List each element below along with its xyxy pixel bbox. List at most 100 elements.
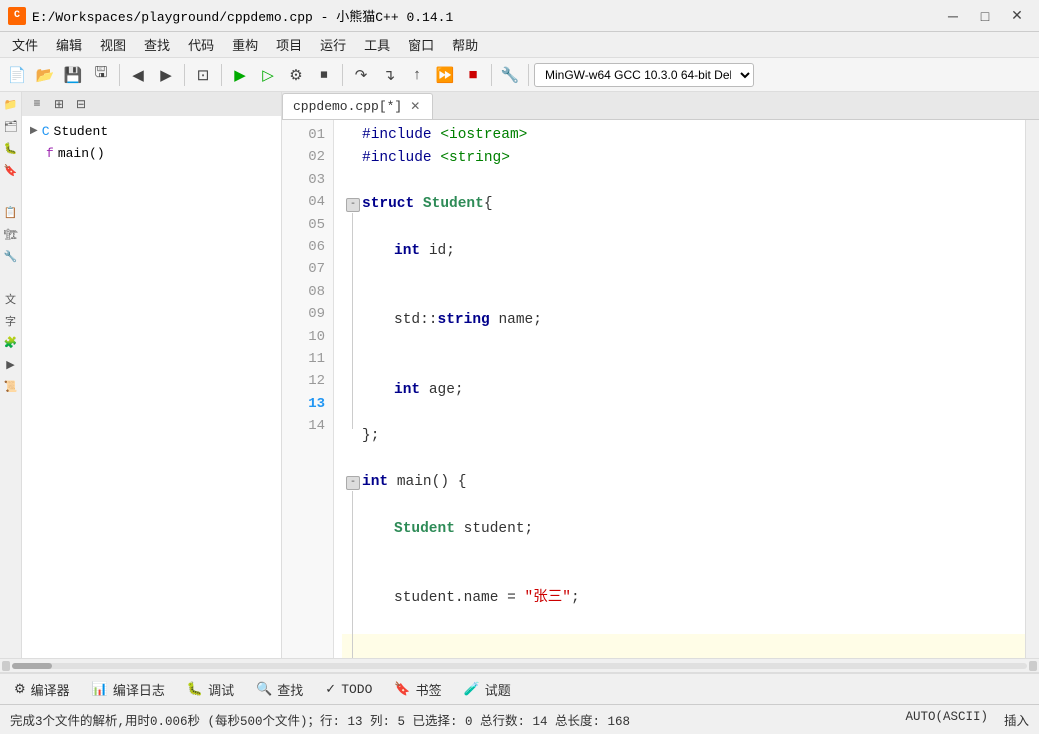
maximize-button[interactable]: □ (971, 5, 999, 27)
tree-btn-3[interactable]: ⊟ (72, 95, 90, 113)
h-scroll-track[interactable] (12, 663, 1027, 669)
menu-refactor[interactable]: 重构 (224, 33, 266, 56)
bottom-tab-todo[interactable]: ✓ TODO (315, 676, 382, 702)
line-num-4: 04 (282, 191, 325, 213)
sidebar-lang-icon[interactable]: 字 (2, 312, 20, 330)
step-into-button[interactable]: ↴ (376, 62, 402, 88)
search-icon: 🔍 (256, 682, 272, 697)
line-num-10: 10 (282, 326, 325, 348)
code-line-10: - int main() { (342, 471, 1025, 494)
stop-compile-button[interactable]: ⏹ (311, 62, 337, 88)
tab-label-cppdemo: cppdemo.cpp[*] (293, 99, 402, 114)
line-num-6: 06 (282, 236, 325, 258)
sidebar-class-icon[interactable]: 🗂 (2, 118, 20, 136)
menu-window[interactable]: 窗口 (400, 33, 442, 56)
h-scroll-thumb[interactable] (12, 663, 52, 669)
menu-file[interactable]: 文件 (4, 33, 46, 56)
h-scroll-left[interactable] (2, 661, 10, 671)
tab-close-cppdemo[interactable]: ✕ (408, 100, 422, 114)
code-content[interactable]: #include <iostream> #include <string> - … (334, 120, 1025, 658)
sidebar-debug-icon[interactable]: 🐛 (2, 140, 20, 158)
close-button[interactable]: ✕ (1003, 5, 1031, 27)
menu-project[interactable]: 项目 (268, 33, 310, 56)
code-line-5: int id; (342, 217, 1025, 287)
sidebar-translate-icon[interactable]: 文 (2, 290, 20, 308)
bottom-tab-bookmark-label: 书签 (416, 680, 442, 699)
line-num-12: 12 (282, 370, 325, 392)
func-icon-main: f (46, 146, 54, 161)
str-string: <string> (440, 147, 510, 170)
bottom-tab-bookmark[interactable]: 🔖 书签 (384, 676, 451, 702)
open-file-button[interactable]: 📂 (32, 62, 58, 88)
compile-run-button[interactable]: ▶ (227, 62, 253, 88)
stop-debug-button[interactable]: ■ (460, 62, 486, 88)
back-button[interactable]: ◀ (125, 62, 151, 88)
tree-btn-1[interactable]: ≡ (28, 95, 46, 113)
editor-scrollbar[interactable] (1025, 120, 1039, 658)
forward-button[interactable]: ▶ (153, 62, 179, 88)
bottom-tab-search[interactable]: 🔍 查找 (246, 676, 313, 702)
kw-int-main: int (362, 471, 397, 494)
status-bar: 完成3个文件的解析,用时0.006秒 (每秒500个文件)；行: 13 列: 5… (0, 704, 1039, 734)
code-line-1: #include <iostream> (342, 124, 1025, 147)
bottom-tab-compile-log[interactable]: 📊 编译日志 (82, 676, 175, 702)
code-line-11: Student student; (342, 495, 1025, 565)
exercise-icon: 🧪 (464, 682, 480, 697)
sidebar-plugin-icon[interactable]: 🧩 (2, 334, 20, 352)
sidebar-code-icon[interactable]: 📋 (2, 204, 20, 222)
bottom-tab-debug[interactable]: 🐛 调试 (177, 676, 244, 702)
class-student: Student (423, 193, 484, 216)
line-num-1: 01 (282, 124, 325, 146)
menu-help[interactable]: 帮助 (444, 33, 486, 56)
copy-path-button[interactable]: ⊡ (190, 62, 216, 88)
new-file-button[interactable]: 📄 (4, 62, 30, 88)
fold-marker-4[interactable]: - (346, 198, 360, 212)
app-icon: C (8, 7, 26, 25)
sep1 (119, 64, 120, 86)
menu-run[interactable]: 运行 (312, 33, 354, 56)
line-num-13: 13 (282, 393, 325, 415)
tree-item-student[interactable]: ▶ C Student (22, 120, 281, 142)
menu-tools[interactable]: 工具 (356, 33, 398, 56)
code-line-9 (342, 448, 1025, 471)
bottom-tab-exercise[interactable]: 🧪 试题 (454, 676, 521, 702)
sidebar-run-icon[interactable]: ▶ (2, 356, 20, 374)
sep2 (184, 64, 185, 86)
menu-search[interactable]: 查找 (136, 33, 178, 56)
h-scroll-right[interactable] (1029, 661, 1037, 671)
str-iostream: <iostream> (440, 124, 527, 147)
minimize-button[interactable]: ─ (939, 5, 967, 27)
step-out-button[interactable]: ↑ (404, 62, 430, 88)
line-num-5: 05 (282, 214, 325, 236)
sidebar-bookmark-icon[interactable]: 🔖 (2, 162, 20, 180)
bottom-tab-compiler-label: 编译器 (31, 680, 70, 699)
tree-item-main[interactable]: f main() (22, 142, 281, 164)
sidebar-script-icon[interactable]: 📜 (2, 378, 20, 396)
save-all-button[interactable]: 🖫 (88, 62, 114, 88)
sidebar-files-icon[interactable]: 📁 (2, 96, 20, 114)
code-editor[interactable]: 01 02 03 04 05 06 07 08 09 10 11 12 13 1… (282, 120, 1039, 658)
menu-view[interactable]: 视图 (92, 33, 134, 56)
line-num-8: 08 (282, 281, 325, 303)
menu-edit[interactable]: 编辑 (48, 33, 90, 56)
toolbar: 📄 📂 💾 🖫 ◀ ▶ ⊡ ▶ ▷ ⚙ ⏹ ↷ ↴ ↑ ⏩ ■ 🔧 MinGW-… (0, 58, 1039, 92)
save-button[interactable]: 💾 (60, 62, 86, 88)
step-over-button[interactable]: ↷ (348, 62, 374, 88)
debug-button[interactable]: ⚙ (283, 62, 309, 88)
run-button[interactable]: ▷ (255, 62, 281, 88)
build-config-select[interactable]: MinGW-w64 GCC 10.3.0 64-bit Debug (534, 63, 754, 87)
line-num-9: 09 (282, 303, 325, 325)
tools-button[interactable]: 🔧 (497, 62, 523, 88)
editor-tab-cppdemo[interactable]: cppdemo.cpp[*] ✕ (282, 93, 433, 119)
sidebar-struct-icon[interactable]: 🏗 (2, 226, 20, 244)
sep5 (491, 64, 492, 86)
tree-btn-2[interactable]: ⊞ (50, 95, 68, 113)
code-line-12: student.name = "张三"; (342, 564, 1025, 634)
sidebar-tool-icon[interactable]: 🔧 (2, 248, 20, 266)
title-bar: C E:/Workspaces/playground/cppdemo.cpp -… (0, 0, 1039, 32)
bottom-tab-compiler[interactable]: ⚙ 编译器 (4, 676, 80, 702)
menu-code[interactable]: 代码 (180, 33, 222, 56)
fold-marker-10[interactable]: - (346, 476, 360, 490)
continue-button[interactable]: ⏩ (432, 62, 458, 88)
bottom-tab-exercise-label: 试题 (485, 680, 511, 699)
